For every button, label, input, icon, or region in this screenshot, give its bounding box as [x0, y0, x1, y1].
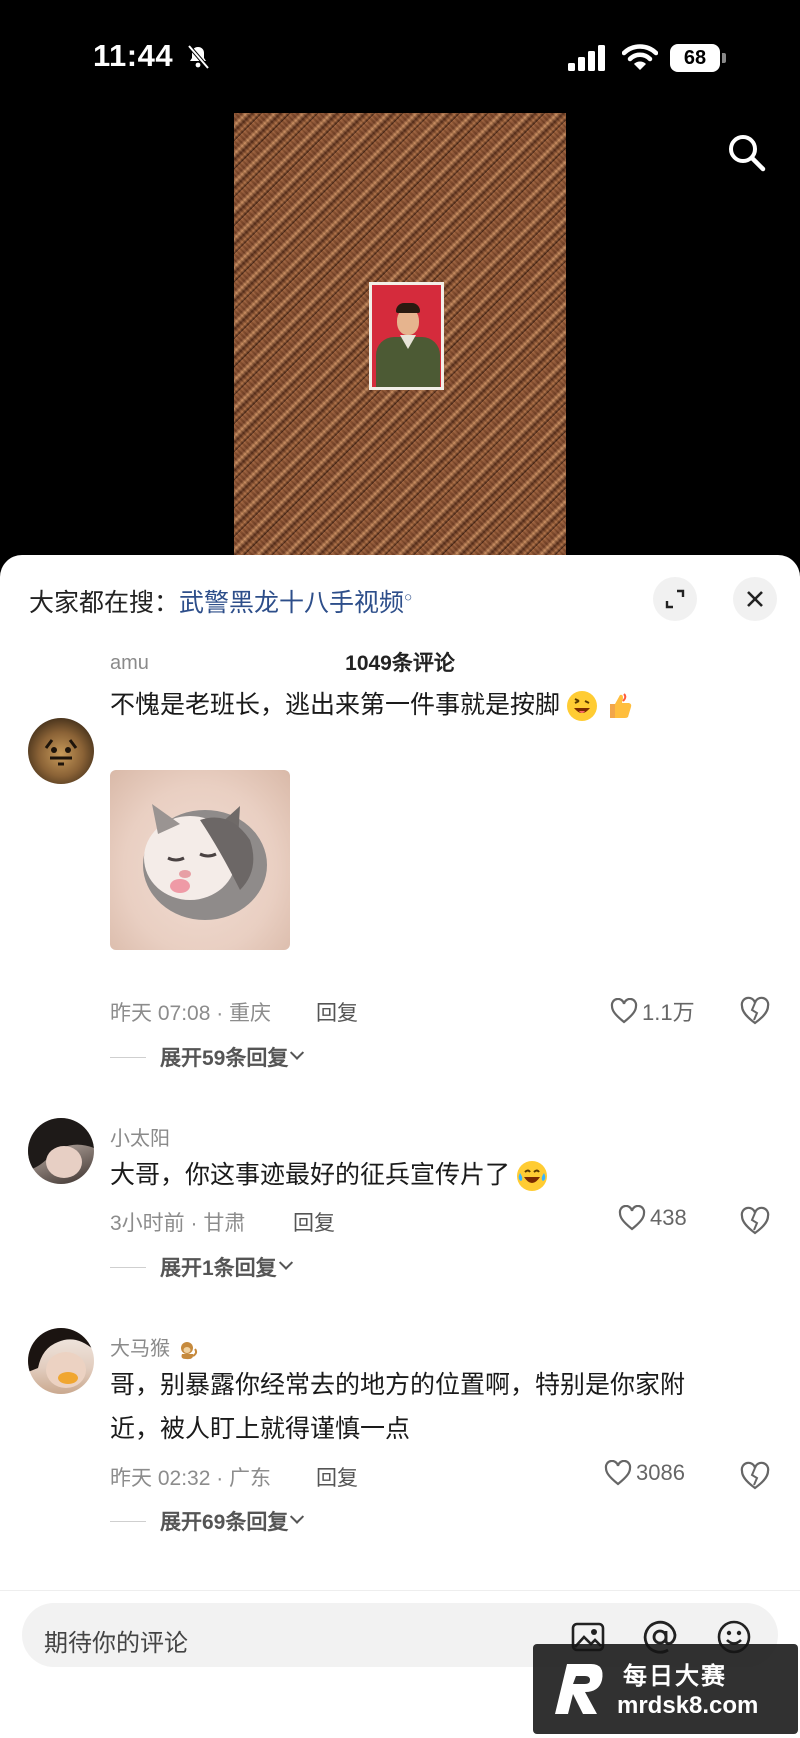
- chevron-down-icon: [278, 1255, 293, 1270]
- suggestion-link[interactable]: 武警黑龙十八手视频: [179, 589, 404, 617]
- status-bar: 11:44 68: [0, 0, 800, 110]
- expand-icon: [665, 589, 685, 609]
- dislike-broken-heart-icon[interactable]: [740, 1206, 770, 1236]
- heart-icon: [610, 998, 638, 1024]
- monkey-badge-icon: [176, 1339, 198, 1361]
- chevron-down-icon: [290, 1509, 305, 1524]
- comment-text-content: 不愧是老班长，逃出来第一件事就是按脚: [110, 691, 561, 719]
- comment-meta: 昨天 07:08 · 重庆: [110, 1002, 272, 1025]
- dislike-broken-heart-icon[interactable]: [740, 1461, 770, 1491]
- comment-sheet: 大家都在搜：武警黑龙十八手视频○ 1049条评论 amu 不愧是老班长，逃出来第…: [0, 555, 800, 1738]
- avatar[interactable]: [28, 718, 94, 784]
- like-button[interactable]: 3086: [604, 1460, 685, 1486]
- heart-icon: [604, 1460, 632, 1486]
- comment-username[interactable]: amu: [110, 652, 149, 675]
- like-count: 1.1万: [642, 1000, 695, 1025]
- comment-username[interactable]: 大马猴: [110, 1332, 198, 1361]
- like-button[interactable]: 1.1万: [610, 995, 695, 1027]
- comment-text-content: 大哥，你这事迹最好的征兵宣传片了: [110, 1161, 511, 1189]
- expand-replies-label: 展开59条回复: [160, 1047, 289, 1070]
- expand-replies-button[interactable]: 展开59条回复: [110, 1042, 305, 1072]
- search-icon[interactable]: [726, 132, 768, 174]
- wifi-icon: [622, 44, 658, 70]
- avatar[interactable]: [28, 1118, 94, 1184]
- small-search-icon: ○: [404, 588, 413, 605]
- cellular-signal-icon: [568, 45, 605, 71]
- portrait-photo: [369, 282, 444, 390]
- comment-text: 不愧是老班长，逃出来第一件事就是按脚: [110, 683, 720, 727]
- reply-button[interactable]: 回复: [316, 1462, 358, 1492]
- expand-replies-label: 展开69条回复: [160, 1511, 289, 1534]
- comment-image-kitten[interactable]: [110, 770, 290, 950]
- silent-bell-icon: [187, 44, 210, 70]
- comment-meta: 3小时前 · 甘肃: [110, 1212, 246, 1235]
- thumbs-up-emoji: [604, 691, 634, 721]
- heart-icon: [618, 1205, 646, 1231]
- comment-text: 哥，别暴露你经常去的地方的位置啊，特别是你家附近，被人盯上就得谨慎一点: [110, 1371, 686, 1443]
- comment-meta: 昨天 02:32 · 广东: [110, 1467, 272, 1490]
- like-count: 3086: [636, 1460, 685, 1485]
- close-button[interactable]: [733, 577, 777, 621]
- laugh-cry-emoji: [516, 1161, 547, 1192]
- watermark-overlay: 每日大赛 mrdsk8.com: [533, 1644, 798, 1734]
- reply-button[interactable]: 回复: [293, 1207, 335, 1237]
- comment-text: 大哥，你这事迹最好的征兵宣传片了: [110, 1153, 720, 1197]
- reply-button[interactable]: 回复: [316, 997, 358, 1027]
- video-player[interactable]: [234, 113, 566, 555]
- suggestion-prefix: 大家都在搜：: [29, 589, 180, 617]
- chevron-down-icon: [290, 1045, 305, 1060]
- watermark-title: 每日大赛: [623, 1663, 727, 1690]
- watermark-logo: [555, 1664, 603, 1714]
- status-time: 11:44: [93, 38, 174, 73]
- watermark-url: mrdsk8.com: [617, 1692, 759, 1719]
- battery-cap: [722, 53, 726, 63]
- comment-username[interactable]: 小太阳: [110, 1122, 170, 1151]
- battery-level: 68: [670, 44, 720, 72]
- comment-input-placeholder: 期待你的评论: [44, 1630, 188, 1657]
- expand-replies-button[interactable]: 展开1条回复: [110, 1252, 293, 1282]
- expand-replies-button[interactable]: 展开69条回复: [110, 1506, 305, 1536]
- expand-sheet-button[interactable]: [653, 577, 697, 621]
- battery-indicator: 68: [670, 44, 726, 72]
- grinning-wink-emoji: [566, 691, 597, 722]
- expand-replies-label: 展开1条回复: [160, 1257, 277, 1280]
- avatar[interactable]: [28, 1328, 94, 1394]
- like-count: 438: [650, 1205, 687, 1230]
- comment-username-text: 大马猴: [110, 1338, 170, 1360]
- like-button[interactable]: 438: [618, 1205, 687, 1231]
- close-icon: [747, 591, 763, 607]
- dislike-broken-heart-icon[interactable]: [740, 996, 770, 1026]
- trending-search-suggestion[interactable]: 大家都在搜：武警黑龙十八手视频○: [29, 583, 413, 619]
